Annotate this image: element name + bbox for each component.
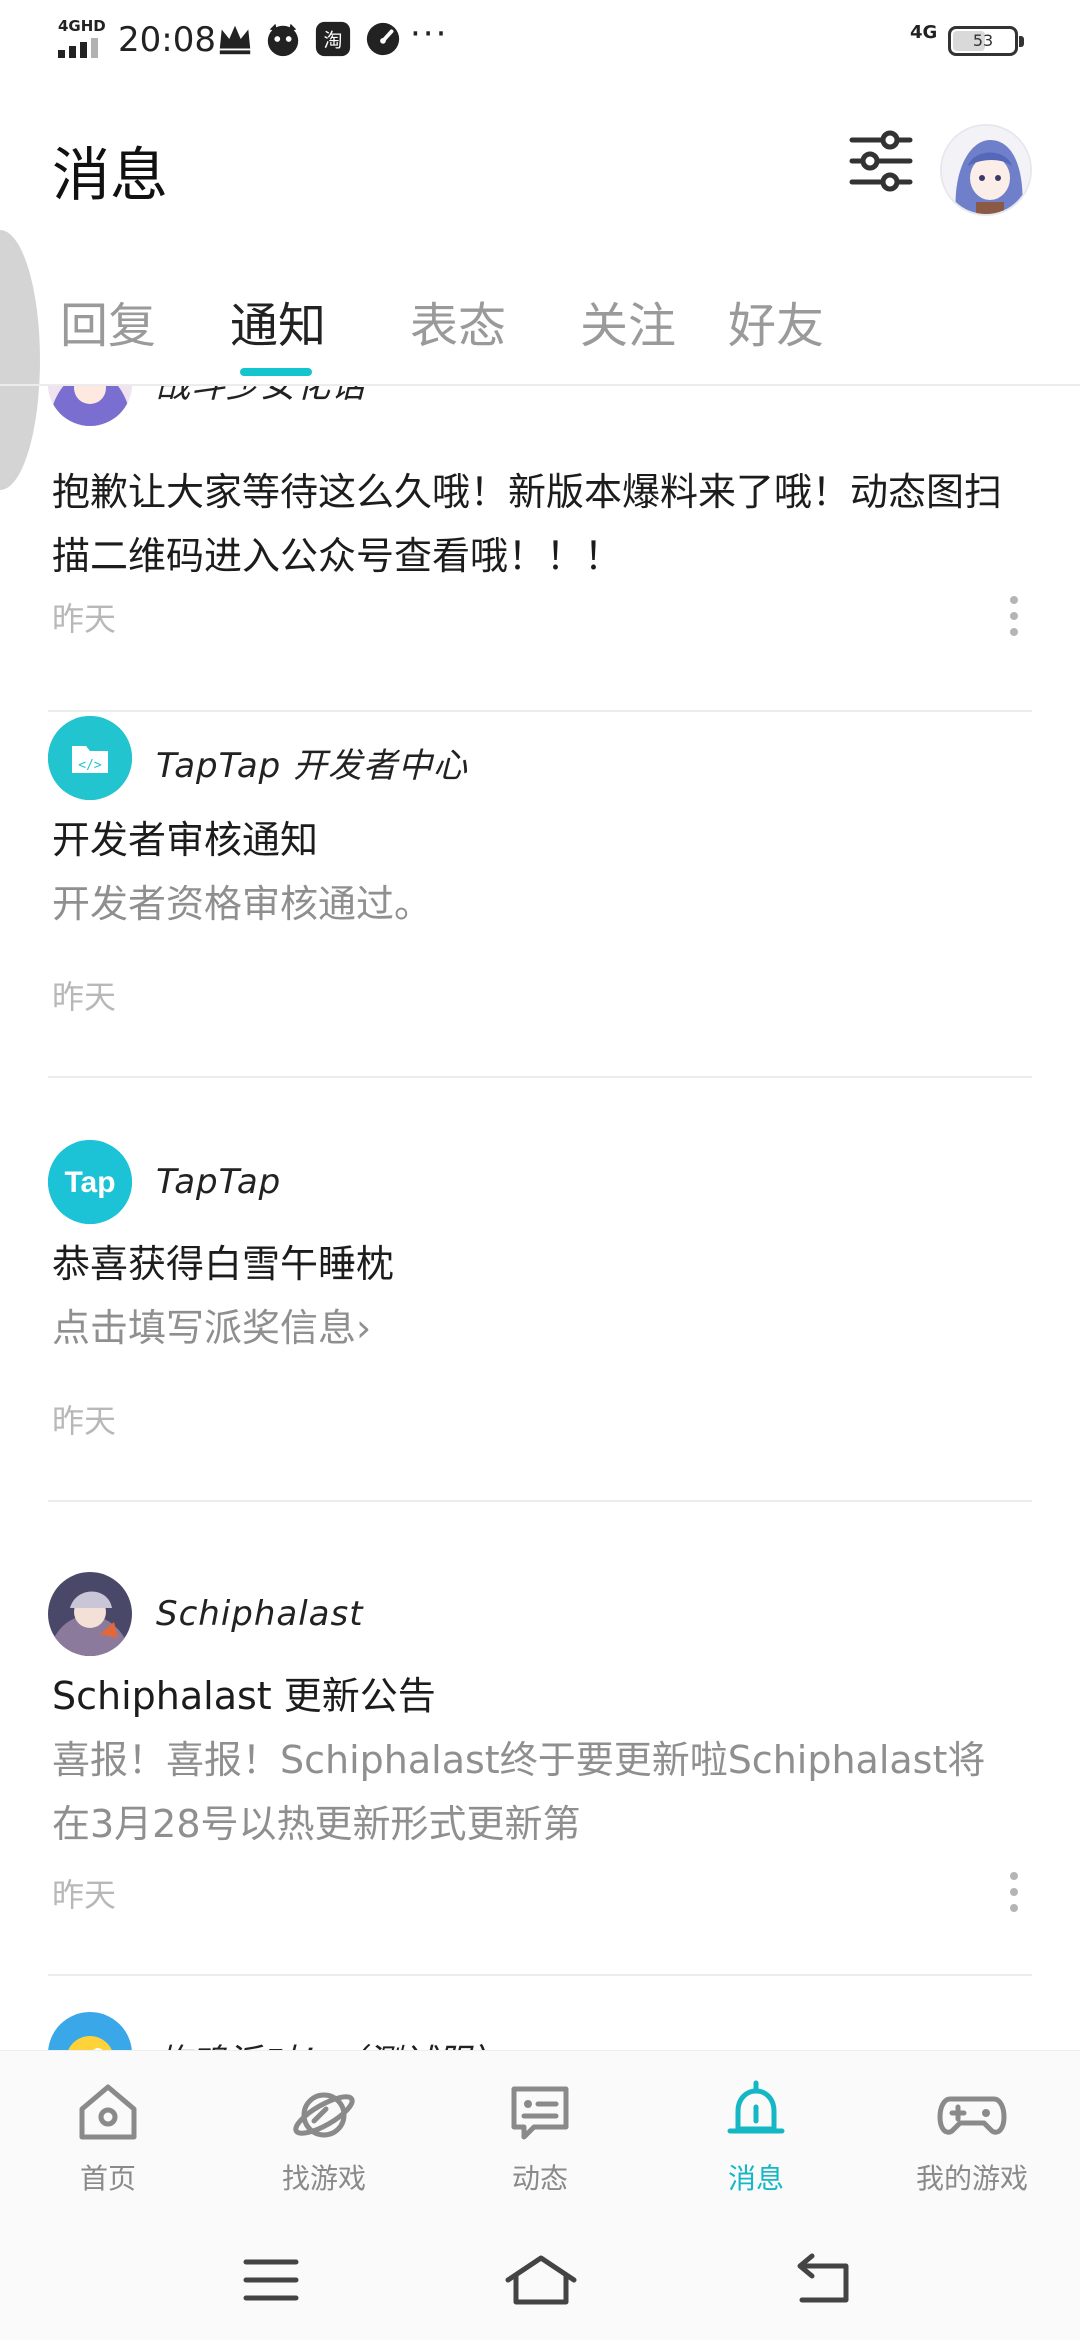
tab-friends[interactable]: 好友: [728, 286, 824, 356]
tab-notifications[interactable]: 通知: [230, 286, 326, 356]
notification-title: Schiphalast 更新公告: [52, 1674, 436, 1718]
nav-label: 动态: [511, 2162, 568, 2195]
notification-body: 点击填写派奖信息: [52, 1306, 357, 1350]
developer-folder-icon: </>: [48, 716, 132, 800]
notification-card[interactable]: 炸鸡派对！（测试服）: [0, 2012, 1080, 2050]
notification-card[interactable]: 战斗少女化话 抱歉让大家等待这么久哦！新版本爆料来了哦！动态图扫描二维码进入公众…: [0, 386, 1080, 716]
menu-icon[interactable]: [226, 2250, 316, 2310]
tab-replies[interactable]: 回复: [60, 286, 156, 356]
notification-card[interactable]: Tap TapTap 恭喜获得白雪午睡枕 点击填写派奖信息› 昨天: [0, 1140, 1080, 1532]
nav-home[interactable]: 首页: [28, 2077, 188, 2207]
notification-title: 恭喜获得白雪午睡枕: [52, 1242, 395, 1286]
sender-avatar[interactable]: </>: [48, 716, 132, 800]
cat-app-icon: [267, 23, 299, 57]
notification-body: 喜报！喜报！Schiphalast终于要更新啦Schiphalast将在3月28…: [52, 1738, 986, 1846]
message-tabs: 回复 通知 表态 关注 好友: [0, 270, 1080, 380]
notification-time: 昨天: [52, 600, 117, 638]
notification-time: 昨天: [52, 978, 117, 1016]
sender-avatar[interactable]: Tap: [48, 1140, 132, 1224]
chat-card-icon: [511, 2086, 569, 2140]
svg-text:淘: 淘: [323, 30, 342, 52]
notification-body: 开发者资格审核通过。: [52, 882, 433, 926]
nav-feed[interactable]: 动态: [460, 2077, 620, 2207]
nav-label: 首页: [79, 2162, 136, 2195]
divider: [48, 1974, 1032, 1976]
sender-avatar[interactable]: [48, 1572, 132, 1656]
sender-name: TapTap: [156, 1162, 282, 1202]
battery-level: 53: [972, 31, 994, 50]
home-icon: [79, 2084, 137, 2140]
chevron-right-icon: ›: [356, 1306, 372, 1350]
speed-gauge-icon: [366, 22, 400, 56]
divider: [48, 1076, 1032, 1078]
nav-my-games[interactable]: 我的游戏: [892, 2077, 1052, 2207]
notification-title: 开发者审核通知: [52, 818, 319, 862]
sender-name: 炸鸡派对！（测试服）: [156, 2034, 506, 2050]
page-title: 消息: [52, 141, 169, 209]
more-options-icon[interactable]: [1004, 1872, 1022, 1914]
tab-follows[interactable]: 关注: [580, 286, 676, 356]
nav-messages[interactable]: 消息: [676, 2077, 836, 2207]
svg-text:Tap: Tap: [64, 1166, 115, 1199]
crown-icon: [219, 25, 251, 55]
sender-avatar[interactable]: [48, 2012, 132, 2050]
mobile-data-icon: 4G: [910, 22, 938, 43]
user-avatar[interactable]: [940, 124, 1032, 216]
clock: 20:08: [118, 20, 216, 60]
nav-find-games[interactable]: 找游戏: [244, 2077, 404, 2207]
notification-time: 昨天: [52, 1876, 117, 1914]
system-navigation-bar: [0, 2222, 1080, 2340]
more-notifications-icon: ···: [410, 14, 449, 54]
taobao-icon: 淘: [315, 21, 351, 57]
sender-name: Schiphalast: [156, 1594, 364, 1634]
notification-card[interactable]: </> TapTap 开发者中心 开发者审核通知 开发者资格审核通过。 昨天: [0, 716, 1080, 1108]
notification-time: 昨天: [52, 1402, 117, 1440]
notification-list: 战斗少女化话 抱歉让大家等待这么久哦！新版本爆料来了哦！动态图扫描二维码进入公众…: [0, 386, 1080, 2050]
notification-title: 抱歉让大家等待这么久哦！新版本爆料来了哦！动态图扫描二维码进入公众号查看哦！！！: [52, 470, 1003, 578]
network-type: 4GHD: [58, 17, 106, 35]
status-bar: 4GHD 20:08 淘 ··· 4G 53: [0, 0, 1080, 80]
claim-prize-link[interactable]: 点击填写派奖信息›: [52, 1296, 1012, 1360]
nav-label: 找游戏: [281, 2162, 366, 2195]
filter-settings-icon[interactable]: [848, 128, 914, 194]
svg-text:</>: </>: [78, 758, 102, 773]
divider: [48, 710, 1032, 712]
active-tab-indicator: [240, 368, 312, 376]
nav-label: 我的游戏: [915, 2162, 1028, 2195]
more-options-icon[interactable]: [1004, 596, 1022, 638]
tab-reactions[interactable]: 表态: [410, 286, 506, 356]
back-icon[interactable]: [778, 2250, 868, 2310]
home-button-icon[interactable]: [496, 2250, 586, 2310]
gamepad-icon: [937, 2096, 1007, 2135]
sender-avatar[interactable]: [48, 386, 132, 426]
divider: [48, 1500, 1032, 1502]
battery-icon: 53: [948, 26, 1024, 56]
nav-label: 消息: [727, 2162, 784, 2195]
sender-name: TapTap 开发者中心: [156, 746, 469, 786]
bell-icon: [727, 2080, 785, 2134]
planet-icon: [293, 2092, 355, 2138]
taptap-logo-icon: Tap: [48, 1140, 132, 1224]
notification-card[interactable]: Schiphalast Schiphalast 更新公告 喜报！喜报！Schip…: [0, 1532, 1080, 2006]
bottom-navigation: 首页 找游戏 动态 消息 我的游戏: [0, 2050, 1080, 2223]
sender-name: 战斗少女化话: [156, 386, 366, 406]
signal-strength-icon: [58, 38, 106, 58]
